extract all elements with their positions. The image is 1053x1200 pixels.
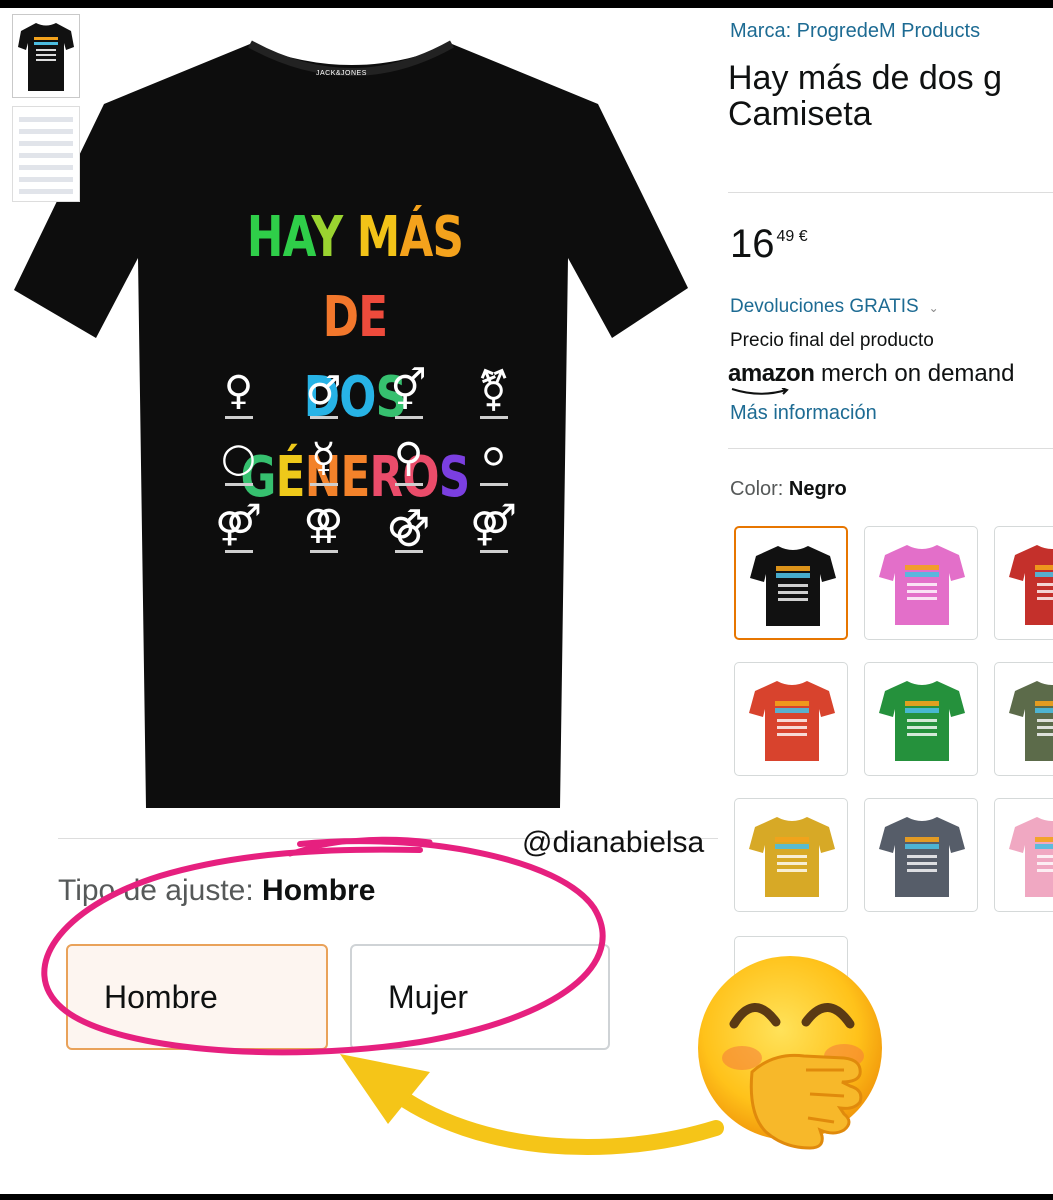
divider <box>728 192 1053 193</box>
amazon-wordmark: amazon <box>728 360 815 387</box>
brand-link[interactable]: Marca: ProgredeM Products <box>730 20 980 43</box>
watermark-handle: @dianabielsa <box>522 826 705 859</box>
thumbnail-1[interactable] <box>12 14 80 98</box>
color-swatch[interactable] <box>994 798 1053 912</box>
price-fraction: 49 € <box>776 228 808 245</box>
merch-on-demand-text: merch on demand <box>814 360 1015 387</box>
fit-option-label: Hombre <box>104 978 218 1015</box>
shirt-print-line-1: HAY MÁS DE <box>246 205 464 350</box>
color-label: Color: Negro <box>730 478 847 501</box>
thumbnail-2[interactable] <box>12 106 80 202</box>
tshirt-swatch-icon <box>1009 681 1053 761</box>
fit-option-hombre[interactable]: Hombre <box>66 944 328 1050</box>
gender-symbol: ⚣ <box>366 502 451 553</box>
fit-type-label: Tipo de ajuste: Hombre <box>58 874 375 908</box>
gender-symbol: ⚢ <box>281 502 366 553</box>
tshirt-swatch-icon <box>749 817 835 897</box>
tshirt-swatch-icon <box>750 546 836 626</box>
free-returns-link[interactable]: Devoluciones GRATIS ⌄ <box>730 296 939 318</box>
fit-type-label-text: Tipo de ajuste: <box>58 874 254 907</box>
gender-symbol: ⚲ <box>366 435 451 486</box>
fit-option-mujer[interactable]: Mujer <box>350 944 610 1050</box>
yellow-arrow-annotation <box>380 1080 724 1155</box>
tshirt-swatch-icon <box>1009 817 1053 897</box>
gender-symbol: ⚤ <box>451 502 536 553</box>
color-swatch[interactable] <box>864 798 978 912</box>
gender-symbol: ♂ <box>281 368 366 419</box>
fit-option-label: Mujer <box>388 978 469 1015</box>
price-whole: 16 <box>730 222 775 266</box>
tshirt-swatch-icon <box>749 681 835 761</box>
final-price-note: Precio final del producto <box>730 330 934 351</box>
pink-circle-annotation-tail <box>287 836 433 857</box>
gender-symbol: ⚪ <box>451 435 536 486</box>
tshirt-swatch-icon <box>1009 545 1053 625</box>
tshirt-swatch-icon <box>879 545 965 625</box>
color-swatch[interactable] <box>864 662 978 776</box>
color-label-text: Color: <box>730 478 784 500</box>
product-title: Hay más de dos g Camiseta <box>728 60 1002 132</box>
amazon-smile-icon <box>731 388 789 395</box>
product-image[interactable]: JACK&JONES HAY MÁS DE DOS GÉNEROS ♀ ♂ ⚥ ⚧ ○ ☿… <box>0 8 712 828</box>
product-title-line-1: Hay más de dos g <box>728 59 1003 97</box>
color-swatch[interactable] <box>734 526 848 640</box>
color-swatch[interactable] <box>734 798 848 912</box>
gender-symbols-grid: ♀ ♂ ⚥ ⚧ ○ ☿ ⚲ ⚪ ⚤ ⚢ ⚣ ⚤ <box>196 368 536 553</box>
color-value: Negro <box>788 478 847 500</box>
screenshot-frame: JACK&JONES HAY MÁS DE DOS GÉNEROS ♀ ♂ ⚥ ⚧ ○ ☿… <box>0 8 1053 1194</box>
more-info-link[interactable]: Más información <box>730 402 877 425</box>
yellow-arrowhead <box>340 1054 430 1124</box>
color-swatch[interactable] <box>994 662 1053 776</box>
price: 16 49 € <box>730 222 808 267</box>
amazon-merch-logo: amazon merch on demand <box>728 360 1015 395</box>
gender-symbol: ⚤ <box>196 502 281 553</box>
color-swatch[interactable] <box>864 526 978 640</box>
product-title-line-2: Camiseta <box>728 95 872 133</box>
mini-tshirt-icon <box>18 23 74 91</box>
gender-symbol: ⚧ <box>451 368 536 419</box>
hand-over-mouth-emoji-icon <box>698 956 882 1150</box>
brand-tag: JACK&JONES <box>316 70 367 77</box>
color-swatch[interactable] <box>994 526 1053 640</box>
gender-symbol: ♀ <box>196 368 281 419</box>
divider <box>728 448 1053 449</box>
chevron-down-icon: ⌄ <box>928 301 939 315</box>
gender-symbol: ☿ <box>281 435 366 486</box>
gender-symbol: ⚥ <box>366 368 451 419</box>
free-returns-label: Devoluciones GRATIS <box>730 296 919 317</box>
fit-type-value: Hombre <box>262 874 376 907</box>
color-swatch[interactable] <box>734 662 848 776</box>
gender-symbol: ○ <box>196 435 281 486</box>
tshirt-swatch-icon <box>879 817 965 897</box>
size-chart-thumbnail <box>19 117 73 201</box>
tshirt-swatch-icon <box>879 681 965 761</box>
